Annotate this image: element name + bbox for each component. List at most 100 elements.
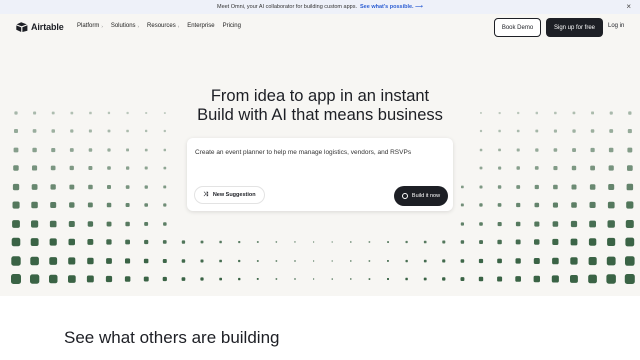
decorative-dot bbox=[534, 221, 540, 227]
headline-line-1: From idea to app in an instant bbox=[210, 87, 430, 105]
decorative-dot bbox=[105, 275, 113, 283]
new-suggestion-button[interactable]: ⤨ New Suggestion bbox=[194, 186, 265, 204]
decorative-dot bbox=[607, 237, 616, 246]
decorative-dot bbox=[478, 276, 484, 282]
decorative-dot bbox=[460, 222, 464, 226]
decorative-dot bbox=[107, 185, 111, 189]
decorative-dot bbox=[143, 276, 149, 282]
decorative-dot bbox=[49, 257, 58, 265]
decorative-dot bbox=[49, 274, 58, 284]
decorative-dot bbox=[368, 241, 371, 243]
decorative-dot bbox=[626, 201, 634, 209]
nav-item-resources[interactable]: Resources › bbox=[147, 23, 179, 29]
decorative-dot bbox=[515, 239, 521, 245]
decorative-dot bbox=[498, 148, 501, 152]
decorative-dot bbox=[498, 166, 502, 170]
log-in-link[interactable]: Log in bbox=[608, 23, 624, 29]
decorative-dot bbox=[479, 148, 483, 152]
decorative-dot bbox=[31, 220, 39, 228]
decorative-dot bbox=[515, 221, 521, 227]
decorative-dot bbox=[553, 184, 558, 190]
decorative-dot bbox=[497, 203, 502, 207]
decorative-dot bbox=[534, 184, 539, 190]
decorative-dot bbox=[497, 258, 502, 264]
decorative-dot bbox=[162, 240, 167, 244]
decorative-dot bbox=[478, 258, 484, 264]
decorative-dot bbox=[570, 220, 578, 228]
main-menu: Platform › Solutions › Resources › Enterpri… bbox=[77, 23, 249, 29]
decorative-dot bbox=[626, 183, 634, 191]
decorative-dot bbox=[350, 241, 352, 243]
decorative-dot bbox=[588, 257, 597, 266]
decorative-dot bbox=[624, 274, 635, 284]
decorative-dot bbox=[88, 148, 93, 152]
prompt-card[interactable]: Create an event planner to help me manag… bbox=[187, 138, 453, 211]
decorative-dot bbox=[313, 278, 315, 280]
decorative-dot bbox=[13, 165, 19, 171]
decorative-dot bbox=[11, 237, 21, 247]
hero-headline: From idea to app in an instant Build wit… bbox=[0, 87, 640, 125]
logo[interactable]: Airtable bbox=[16, 22, 64, 32]
decorative-dot bbox=[49, 238, 57, 246]
decorative-dot bbox=[143, 258, 149, 264]
decorative-dot bbox=[125, 239, 130, 245]
decorative-dot bbox=[405, 259, 408, 263]
decorative-dot bbox=[31, 201, 38, 209]
decorative-dot bbox=[144, 203, 148, 207]
decorative-dot bbox=[126, 166, 130, 170]
decorative-dot bbox=[125, 185, 130, 189]
nav-item-platform[interactable]: Platform › bbox=[77, 23, 103, 29]
decorative-dot bbox=[588, 274, 597, 284]
decorative-dot bbox=[460, 277, 465, 281]
decorative-dot bbox=[106, 202, 112, 208]
decorative-dot bbox=[552, 238, 559, 245]
prompt-input[interactable]: Create an event planner to help me manag… bbox=[195, 149, 411, 156]
logo-text: Airtable bbox=[31, 22, 64, 32]
decorative-dot bbox=[572, 148, 576, 152]
decorative-dot bbox=[30, 256, 39, 266]
decorative-dot bbox=[144, 185, 148, 189]
chevron-right-icon: › bbox=[137, 23, 140, 29]
decorative-dot bbox=[68, 221, 75, 227]
decorative-dot bbox=[460, 240, 465, 244]
decorative-dot bbox=[516, 166, 520, 170]
decorative-dot bbox=[552, 257, 559, 265]
decorative-dot bbox=[163, 222, 167, 226]
decorative-dot bbox=[533, 258, 540, 264]
build-it-now-button[interactable]: Build it now bbox=[394, 186, 448, 206]
nav-label: Platform bbox=[77, 23, 100, 29]
decorative-dot bbox=[144, 148, 148, 152]
nav-item-enterprise[interactable]: Enterprise bbox=[187, 23, 214, 29]
close-icon[interactable]: × bbox=[626, 2, 631, 11]
decorative-dot bbox=[219, 277, 222, 281]
decorative-dot bbox=[106, 239, 112, 245]
decorative-dot bbox=[516, 202, 521, 208]
book-demo-button[interactable]: Book Demo bbox=[494, 18, 541, 37]
decorative-dot bbox=[107, 148, 111, 152]
decorative-dot bbox=[516, 148, 520, 152]
decorative-dot bbox=[515, 258, 521, 264]
decorative-dot bbox=[533, 275, 540, 283]
decorative-dot bbox=[479, 240, 483, 244]
decorative-dot bbox=[516, 185, 521, 189]
decorative-dot bbox=[32, 147, 37, 153]
decorative-dot bbox=[50, 184, 56, 190]
banner-link[interactable]: See what's possible. ⟶ bbox=[360, 4, 423, 10]
sign-up-button[interactable]: Sign up for free bbox=[546, 18, 603, 37]
decorative-dot bbox=[32, 165, 38, 171]
decorative-dot bbox=[68, 275, 76, 283]
nav-item-pricing[interactable]: Pricing bbox=[223, 23, 241, 29]
decorative-dot bbox=[68, 257, 76, 265]
decorative-dot bbox=[627, 165, 633, 171]
decorative-dot bbox=[88, 129, 92, 133]
decorative-dot bbox=[423, 259, 427, 263]
decorative-dot bbox=[51, 129, 55, 133]
decorative-dot bbox=[609, 129, 614, 133]
decorative-dot bbox=[423, 240, 427, 244]
decorative-dot bbox=[87, 221, 94, 227]
decorative-dot bbox=[570, 257, 578, 265]
decorative-dot bbox=[607, 201, 615, 209]
nav-item-solutions[interactable]: Solutions › bbox=[111, 23, 139, 29]
decorative-dot bbox=[497, 185, 502, 189]
decorative-dot bbox=[50, 165, 56, 171]
